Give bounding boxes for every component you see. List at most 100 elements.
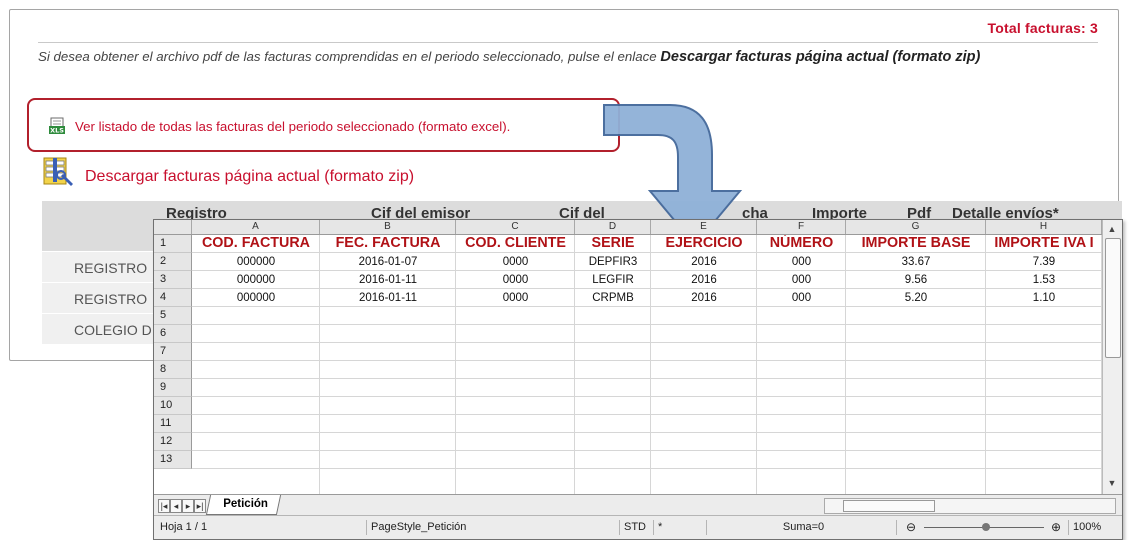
spreadsheet-cell[interactable]: 0000 — [456, 289, 575, 307]
xls-file-icon: XLS — [49, 117, 65, 135]
row-header[interactable]: 9 — [154, 379, 192, 397]
column-header[interactable]: E — [651, 220, 757, 234]
vertical-scroll-thumb[interactable] — [1105, 238, 1121, 358]
download-zip-link[interactable]: Descargar facturas página actual (format… — [85, 168, 414, 186]
column-header[interactable]: B — [320, 220, 456, 234]
spreadsheet-cell[interactable]: 2016-01-07 — [320, 253, 456, 271]
status-modified: * — [653, 520, 673, 535]
spreadsheet-header-cell[interactable]: COD. CLIENTE — [456, 235, 575, 253]
column-header[interactable]: D — [575, 220, 651, 234]
status-page: Hoja 1 / 1 — [160, 521, 208, 533]
intro-text-body: Si desea obtener el archivo pdf de las f… — [38, 49, 657, 64]
first-sheet-icon[interactable]: |◂ — [158, 499, 170, 513]
horizontal-scrollbar[interactable] — [824, 498, 1116, 514]
spreadsheet-header-cell[interactable]: SERIE — [575, 235, 651, 253]
spreadsheet-header-cell[interactable]: IMPORTE BASE — [846, 235, 986, 253]
grid-line — [192, 396, 1102, 397]
intro-text: Si desea obtener el archivo pdf de las f… — [38, 48, 1088, 66]
row-header[interactable]: 8 — [154, 361, 192, 379]
spreadsheet-cell[interactable]: LEGFIR — [575, 271, 651, 289]
sheet-tab[interactable]: Petición — [205, 495, 281, 515]
grid-line — [192, 450, 1102, 451]
spreadsheet-window: ABCDEFGH 1 2 3 4 5 6 7 8 9 10 11 12 13 COD. FACTURA FE… — [153, 219, 1123, 540]
zoom-in-icon[interactable]: ⊕ — [1051, 520, 1061, 534]
row-registro: REGISTRO — [74, 291, 148, 307]
spreadsheet-cell[interactable]: 33.67 — [846, 253, 986, 271]
column-header[interactable]: H — [986, 220, 1102, 234]
spreadsheet-cell[interactable]: 5.20 — [846, 289, 986, 307]
row-header[interactable]: 7 — [154, 343, 192, 361]
grid-line — [192, 414, 1102, 415]
spreadsheet-cell[interactable]: 000 — [757, 253, 846, 271]
horizontal-scroll-thumb[interactable] — [843, 500, 935, 512]
last-sheet-icon[interactable]: ▸| — [194, 499, 206, 513]
status-page-style: PageStyle_Petición — [366, 520, 566, 535]
spreadsheet-header-cell[interactable]: FEC. FACTURA — [320, 235, 456, 253]
spreadsheet-cell[interactable]: 000000 — [192, 253, 320, 271]
svg-text:XLS: XLS — [50, 127, 64, 135]
row-registro: REGISTRO — [74, 260, 148, 276]
spreadsheet-cell[interactable]: 9.56 — [846, 271, 986, 289]
zoom-out-icon[interactable]: ⊖ — [906, 520, 916, 534]
column-header-bar: ABCDEFGH — [154, 220, 1102, 235]
row-header[interactable]: 12 — [154, 433, 192, 451]
spreadsheet-cell[interactable]: 2016-01-11 — [320, 271, 456, 289]
spreadsheet-cell[interactable]: 2016 — [651, 253, 757, 271]
excel-list-link[interactable]: Ver listado de todas las facturas del pe… — [75, 119, 510, 134]
status-selection-mode[interactable]: STD — [619, 520, 653, 535]
spreadsheet-cell[interactable]: 000 — [757, 271, 846, 289]
sheet-tab-label: Petición — [223, 498, 268, 510]
next-sheet-icon[interactable]: ▸ — [182, 499, 194, 513]
spreadsheet-cell[interactable]: 000000 — [192, 289, 320, 307]
row-header[interactable]: 10 — [154, 397, 192, 415]
spreadsheet-cell[interactable]: 7.39 — [986, 253, 1102, 271]
zip-archive-icon — [43, 157, 73, 186]
grid-line — [192, 378, 1102, 379]
spreadsheet-cell[interactable]: 1.10 — [986, 289, 1102, 307]
spreadsheet-cell[interactable]: 2016-01-11 — [320, 289, 456, 307]
spreadsheet-cell[interactable]: 2016 — [651, 271, 757, 289]
spreadsheet-cell[interactable]: CRPMB — [575, 289, 651, 307]
row-header[interactable]: 11 — [154, 415, 192, 433]
select-all-corner[interactable] — [154, 220, 192, 234]
row-header[interactable]: 6 — [154, 325, 192, 343]
column-header[interactable]: A — [192, 220, 320, 234]
row-header[interactable]: 13 — [154, 451, 192, 469]
zoom-knob[interactable] — [982, 523, 990, 531]
spreadsheet-cell[interactable]: 0000 — [456, 253, 575, 271]
spreadsheet-cell[interactable]: 2016 — [651, 289, 757, 307]
prev-sheet-icon[interactable]: ◂ — [170, 499, 182, 513]
row-header[interactable]: 2 — [154, 253, 192, 271]
column-header[interactable]: F — [757, 220, 846, 234]
row-header[interactable]: 4 — [154, 289, 192, 307]
divider — [38, 42, 1098, 43]
row-header[interactable]: 1 — [154, 235, 192, 253]
grid-line — [192, 432, 1102, 433]
status-sum: Suma=0 — [706, 520, 896, 535]
sheet-tab-bar: |◂ ◂ ▸ ▸| Petición — [154, 494, 1122, 515]
spreadsheet-cell[interactable]: 000 — [757, 289, 846, 307]
grid-line — [192, 468, 1102, 469]
row-header[interactable]: 3 — [154, 271, 192, 289]
spreadsheet-cell[interactable]: DEPFIR3 — [575, 253, 651, 271]
spreadsheet-header-cell[interactable]: COD. FACTURA — [192, 235, 320, 253]
grid-line — [192, 324, 1102, 325]
spreadsheet-header-cell[interactable]: IMPORTE IVA I — [986, 235, 1102, 253]
spreadsheet-header-cell[interactable]: EJERCICIO — [651, 235, 757, 253]
scroll-up-icon[interactable]: ▲ — [1105, 222, 1119, 236]
status-bar: Hoja 1 / 1 PageStyle_Petición STD * Suma… — [154, 515, 1122, 539]
spreadsheet-cell[interactable]: 000000 — [192, 271, 320, 289]
row-header[interactable]: 5 — [154, 307, 192, 325]
intro-text-link-name: Descargar facturas página actual (format… — [660, 49, 981, 65]
grid-line — [192, 360, 1102, 361]
column-header[interactable]: C — [456, 220, 575, 234]
zoom-level[interactable]: 100% — [1068, 520, 1118, 535]
spreadsheet-header-cell[interactable]: NÚMERO — [757, 235, 846, 253]
scroll-down-icon[interactable]: ▼ — [1105, 476, 1119, 490]
vertical-scrollbar[interactable]: ▲ ▼ — [1102, 220, 1122, 494]
column-header[interactable]: G — [846, 220, 986, 234]
grid-line — [192, 342, 1102, 343]
spreadsheet-cell[interactable]: 0000 — [456, 271, 575, 289]
spreadsheet-grid: ABCDEFGH 1 2 3 4 5 6 7 8 9 10 11 12 13 COD. FACTURA FE… — [154, 220, 1102, 494]
spreadsheet-cell[interactable]: 1.53 — [986, 271, 1102, 289]
